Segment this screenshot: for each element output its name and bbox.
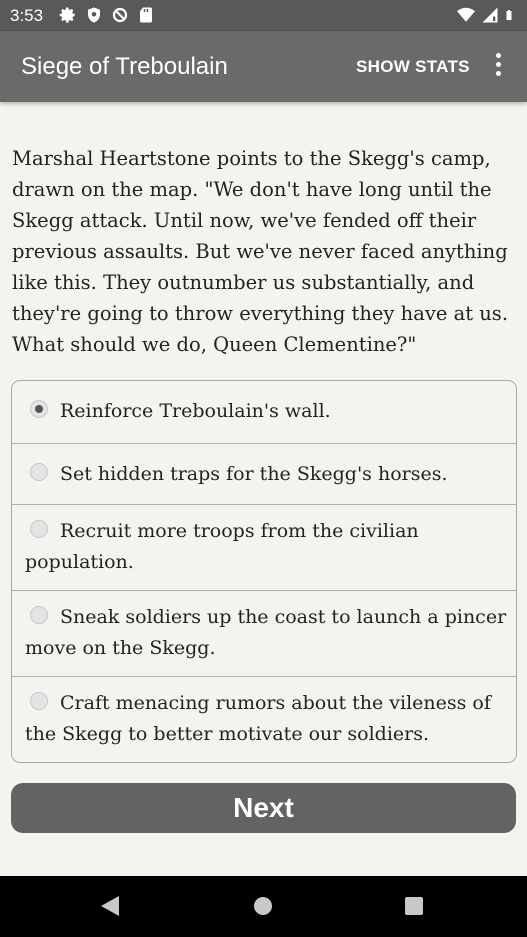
app-title: Siege of Treboulain (21, 53, 228, 80)
back-icon[interactable] (101, 896, 119, 916)
more-vert-icon[interactable] (490, 53, 506, 81)
choice-item[interactable]: Reinforce Treboulain's wall. (12, 381, 516, 443)
choice-label: Sneak soldiers up the coast to launch a … (25, 606, 507, 659)
show-stats-button[interactable]: SHOW STATS (356, 57, 470, 77)
choice-list: Reinforce Treboulain's wall. Set hidden … (11, 380, 517, 763)
home-icon[interactable] (254, 897, 272, 915)
choice-label: Recruit more troops from the civilian po… (25, 520, 419, 573)
status-icons-right (457, 6, 517, 24)
radio-icon[interactable] (30, 463, 48, 481)
no-sync-icon (112, 7, 128, 23)
next-button[interactable]: Next (11, 783, 516, 833)
choice-label: Set hidden traps for the Skegg's horses. (60, 463, 448, 485)
sd-card-icon (140, 7, 152, 23)
status-bar: 3:53 (0, 0, 527, 31)
choice-item[interactable]: Recruit more troops from the civilian po… (12, 504, 516, 591)
status-time: 3:53 (10, 6, 44, 25)
shield-icon (88, 7, 100, 23)
status-icons-left (59, 6, 155, 24)
choice-item[interactable]: Craft menacing rumors about the vileness… (12, 676, 516, 762)
app-bar: Siege of Treboulain SHOW STATS (0, 31, 527, 102)
gear-icon (59, 7, 75, 23)
battery-icon (506, 10, 512, 20)
radio-selected-icon[interactable] (30, 400, 48, 418)
recents-icon[interactable] (405, 897, 423, 915)
choice-label: Craft menacing rumors about the vileness… (25, 692, 491, 745)
choice-item[interactable]: Set hidden traps for the Skegg's horses. (12, 443, 516, 505)
story-text: Marshal Heartstone points to the Skegg's… (12, 147, 509, 356)
choice-label: Reinforce Treboulain's wall. (60, 400, 331, 422)
choice-item[interactable]: Sneak soldiers up the coast to launch a … (12, 590, 516, 677)
radio-icon[interactable] (30, 520, 48, 538)
navigation-bar (0, 876, 527, 937)
wifi-icon (457, 7, 475, 22)
radio-icon[interactable] (30, 692, 48, 710)
signal-icon (482, 7, 498, 23)
radio-icon[interactable] (30, 606, 48, 624)
